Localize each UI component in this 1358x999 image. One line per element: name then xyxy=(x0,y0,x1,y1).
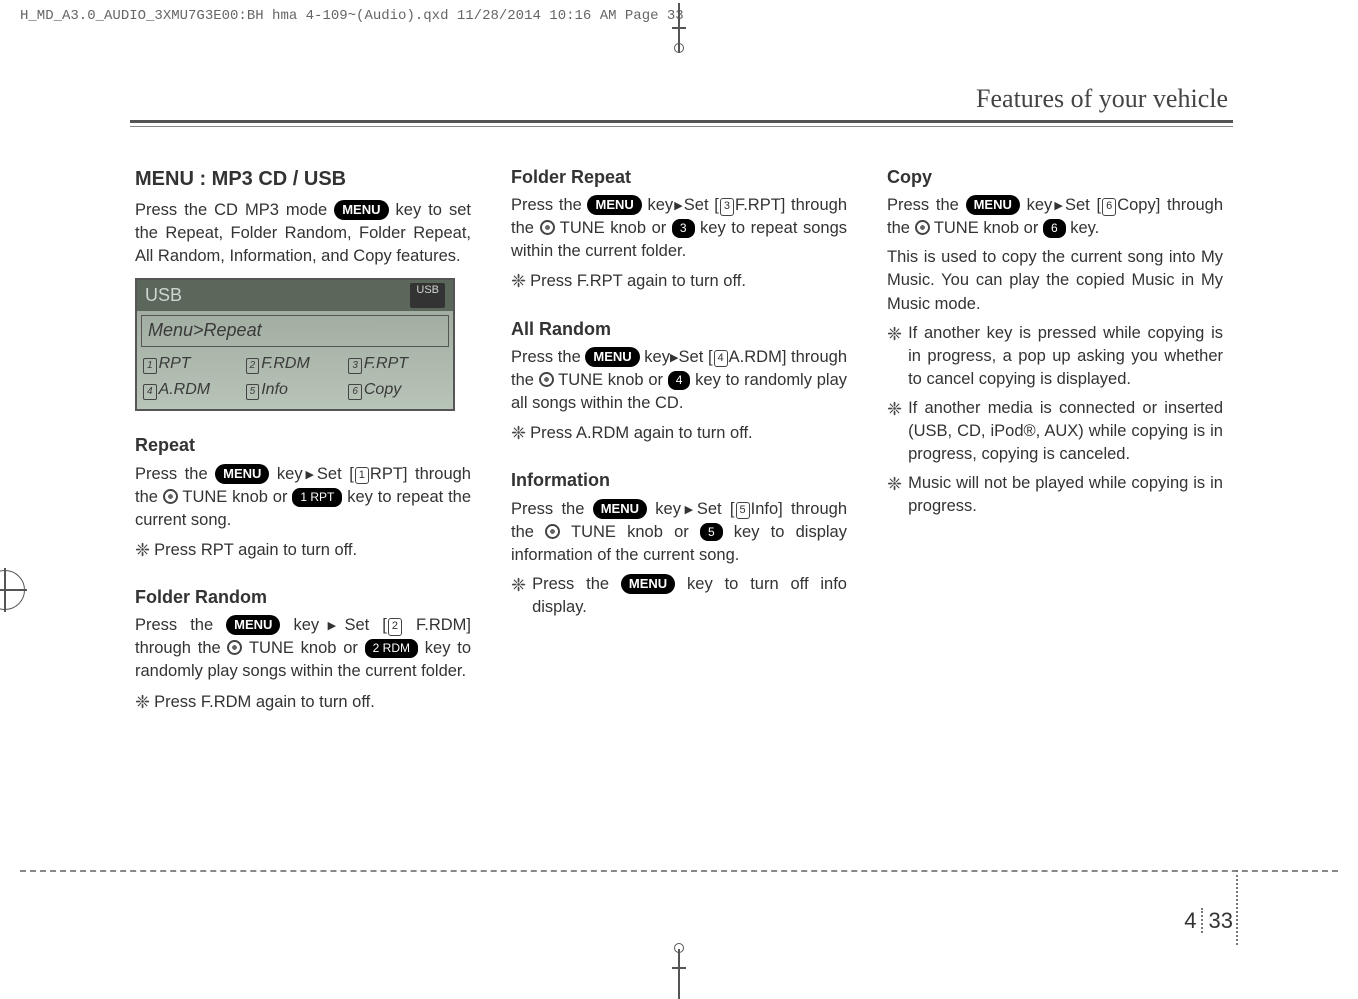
bullet-copy-2: ❈If another media is connected or insert… xyxy=(887,397,1223,466)
boxnum-2: 2 xyxy=(388,618,402,635)
lcd-cell-3: 3F.RPT xyxy=(346,351,449,377)
asterisk-icon: ❈ xyxy=(887,322,902,391)
key-3: 3 xyxy=(672,219,695,238)
heading-folder-random: Folder Random xyxy=(135,585,471,610)
asterisk-icon: ❈ xyxy=(135,690,150,715)
asterisk-icon: ❈ xyxy=(511,573,526,619)
lcd-cell-2: 2F.RDM xyxy=(244,351,347,377)
heading-copy: Copy xyxy=(887,165,1223,190)
boxnum-3: 3 xyxy=(720,198,734,215)
para-all-random: Press the MENU key▶Set [4A.RDM] through … xyxy=(511,346,847,415)
file-header-text: H_MD_A3.0_AUDIO_3XMU7G3E00:BH hma 4-109~… xyxy=(20,8,684,24)
content-columns: MENU : MP3 CD / USB Press the CD MP3 mod… xyxy=(135,165,1223,721)
lcd-cell-6: 6Copy xyxy=(346,377,449,403)
asterisk-icon: ❈ xyxy=(511,269,526,294)
boxnum-1: 1 xyxy=(355,467,369,484)
menu-button-label: MENU xyxy=(621,574,675,594)
para-intro: Press the CD MP3 mode MENU key to set th… xyxy=(135,199,471,268)
boxnum-4: 4 xyxy=(714,350,728,367)
heading-menu-mp3: MENU : MP3 CD / USB xyxy=(135,165,471,193)
tune-knob-icon xyxy=(915,220,930,235)
key-5: 5 xyxy=(700,523,723,542)
column-2: Folder Repeat Press the MENU key▶Set [3F… xyxy=(511,165,847,721)
tune-knob-icon xyxy=(227,640,242,655)
para-folder-repeat: Press the MENU key▶Set [3F.RPT] through … xyxy=(511,194,847,263)
lcd-cell-5: 5Info xyxy=(244,377,347,403)
boxnum-5: 5 xyxy=(736,502,750,519)
crop-mark-left xyxy=(0,570,25,610)
note-rpt-off: ❈Press RPT again to turn off. xyxy=(135,538,471,563)
crop-mark-top xyxy=(672,3,686,53)
asterisk-icon: ❈ xyxy=(511,421,526,446)
para-copy: Press the MENU key▶Set [6Copy] through t… xyxy=(887,194,1223,240)
chapter-title: Features of your vehicle xyxy=(976,84,1228,114)
tune-knob-icon xyxy=(163,489,178,504)
lcd-cell-1: 1RPT xyxy=(141,351,244,377)
lcd-menu-row: Menu>Repeat xyxy=(141,315,449,346)
rule-thick xyxy=(130,120,1233,123)
menu-button-label: MENU xyxy=(226,615,280,635)
asterisk-icon: ❈ xyxy=(887,397,902,466)
column-3: Copy Press the MENU key▶Set [6Copy] thro… xyxy=(887,165,1223,721)
note-ardm-off: ❈Press A.RDM again to turn off. xyxy=(511,421,847,446)
page-number: 433 xyxy=(1184,908,1233,934)
key-1-rpt: 1 RPT xyxy=(292,488,342,507)
note-frpt-off: ❈Press F.RPT again to turn off. xyxy=(511,269,847,294)
column-1: MENU : MP3 CD / USB Press the CD MP3 mod… xyxy=(135,165,471,721)
asterisk-icon: ❈ xyxy=(887,472,902,518)
tune-knob-icon xyxy=(545,524,560,539)
para-copy-desc: This is used to copy the current song in… xyxy=(887,246,1223,315)
tune-knob-icon xyxy=(539,372,554,387)
heading-folder-repeat: Folder Repeat xyxy=(511,165,847,190)
lcd-usb-badge: USB xyxy=(410,283,445,308)
lcd-title: USB xyxy=(145,283,182,308)
menu-button-label: MENU xyxy=(587,195,641,215)
heading-repeat: Repeat xyxy=(135,433,471,458)
heading-information: Information xyxy=(511,468,847,493)
lcd-cell-4: 4A.RDM xyxy=(141,377,244,403)
note-frdm-off: ❈Press F.RDM again to turn off. xyxy=(135,690,471,715)
crop-mark-bottom xyxy=(672,939,686,999)
menu-button-label: MENU xyxy=(966,195,1020,215)
menu-button-label: MENU xyxy=(585,347,639,367)
para-repeat: Press the MENU key▶Set [1RPT] through th… xyxy=(135,463,471,532)
menu-button-label: MENU xyxy=(215,464,269,484)
lcd-screenshot: USB USB Menu>Repeat 1RPT 2F.RDM 3F.RPT 4… xyxy=(135,278,455,411)
heading-all-random: All Random xyxy=(511,317,847,342)
tune-knob-icon xyxy=(540,220,555,235)
key-4: 4 xyxy=(668,371,691,390)
key-6: 6 xyxy=(1043,219,1066,238)
fold-line xyxy=(20,870,1338,872)
asterisk-icon: ❈ xyxy=(135,538,150,563)
note-info-off: ❈Press the MENU key to turn off info dis… xyxy=(511,573,847,619)
bullet-copy-1: ❈If another key is pressed while copying… xyxy=(887,322,1223,391)
para-information: Press the MENU key▶Set [5Info] through t… xyxy=(511,498,847,567)
menu-button-label: MENU xyxy=(334,200,388,220)
page-number-divider xyxy=(1236,870,1238,945)
para-folder-random: Press the MENU key▶Set [2 F.RDM] through… xyxy=(135,614,471,683)
bullet-copy-3: ❈Music will not be played while copying … xyxy=(887,472,1223,518)
rule-thin xyxy=(130,126,1233,127)
boxnum-6: 6 xyxy=(1102,198,1116,215)
key-2-rdm: 2 RDM xyxy=(365,639,418,658)
menu-button-label: MENU xyxy=(593,499,647,519)
